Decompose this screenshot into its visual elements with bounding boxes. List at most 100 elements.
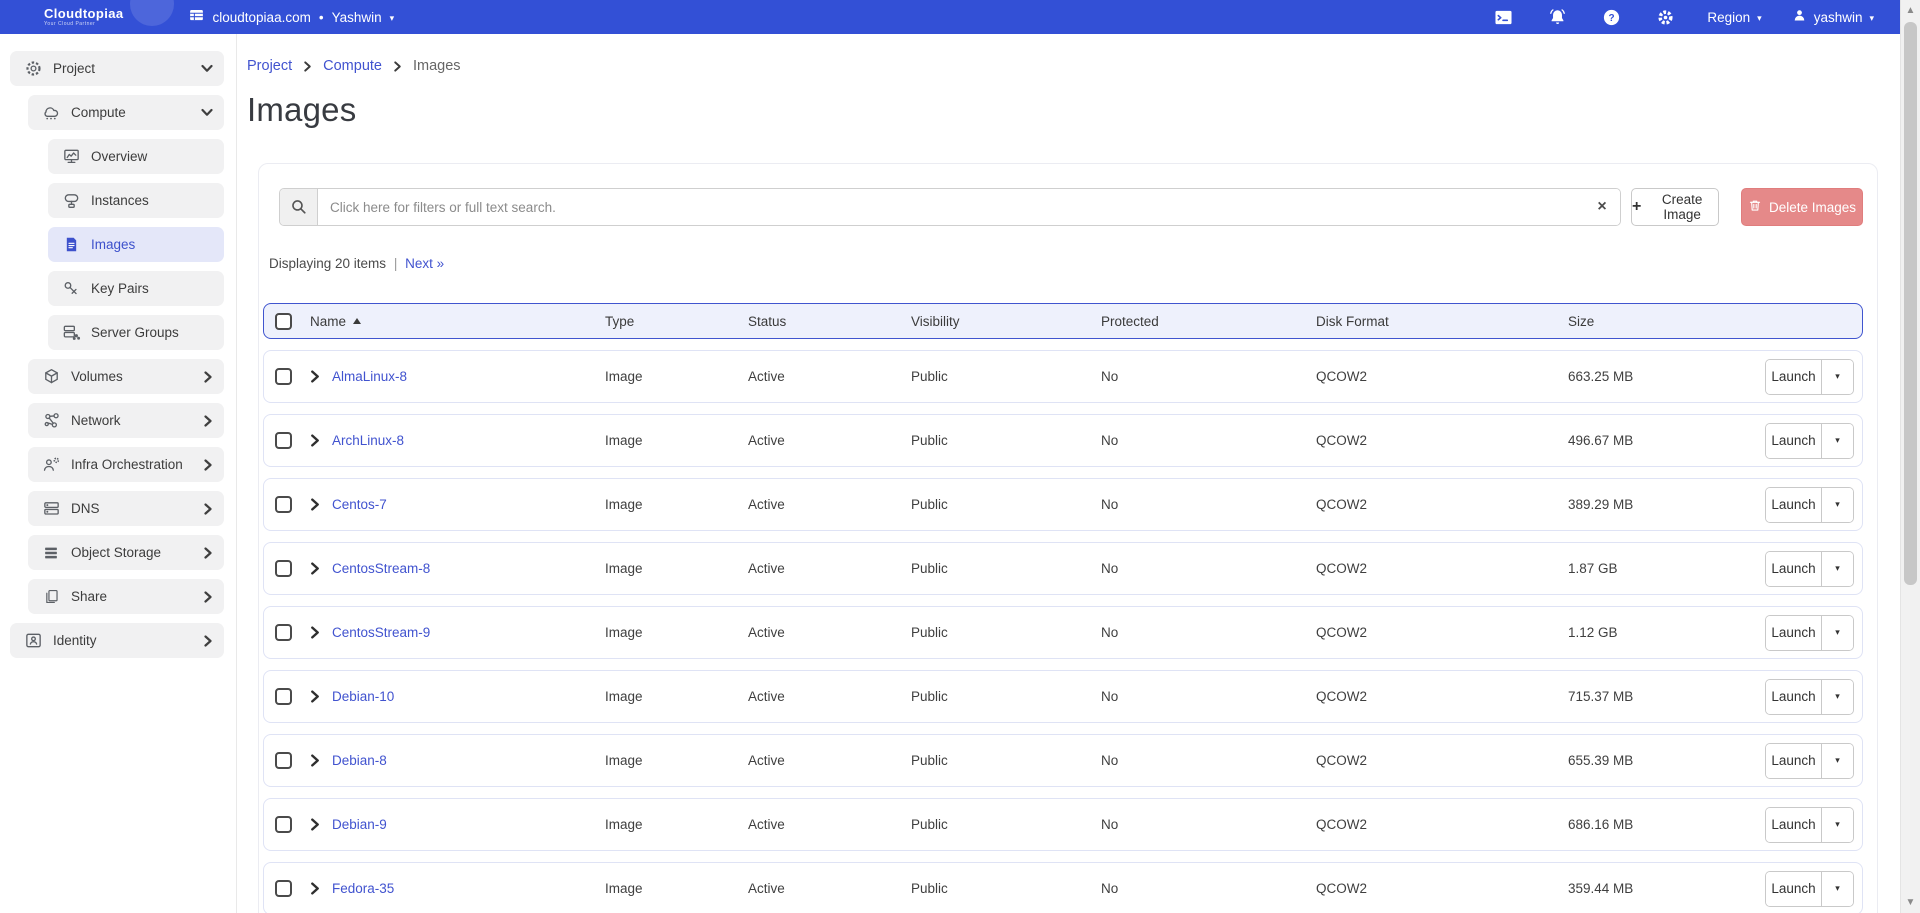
key-pairs-key-icon (60, 279, 82, 299)
row-expand-toggle[interactable] (310, 626, 332, 639)
sidebar-item-instances[interactable]: Instances (48, 183, 224, 218)
row-expand-toggle[interactable] (310, 818, 332, 831)
row-checkbox[interactable] (275, 688, 292, 705)
row-checkbox[interactable] (275, 560, 292, 577)
image-disk-format: QCOW2 (1316, 881, 1568, 896)
row-expand-toggle[interactable] (310, 434, 332, 447)
launch-dropdown-toggle[interactable]: ▾ (1821, 360, 1853, 394)
table-row: Fedora-35 Image Active Public No QCOW2 3… (263, 862, 1863, 913)
console-terminal-icon[interactable] (1494, 9, 1513, 26)
row-checkbox[interactable] (275, 624, 292, 641)
launch-button[interactable]: Launch (1766, 424, 1821, 458)
row-expand-toggle[interactable] (310, 562, 332, 575)
row-expand-toggle[interactable] (310, 498, 332, 511)
row-checkbox[interactable] (275, 432, 292, 449)
sidebar-item-share[interactable]: Share (28, 579, 224, 614)
launch-dropdown-toggle[interactable]: ▾ (1821, 552, 1853, 586)
row-expand-toggle[interactable] (310, 882, 332, 895)
launch-button[interactable]: Launch (1766, 360, 1821, 394)
sidebar-item-key-pairs[interactable]: Key Pairs (48, 271, 224, 306)
sidebar-item-dns[interactable]: DNS (28, 491, 224, 526)
row-expand-toggle[interactable] (310, 370, 332, 383)
window-scrollbar[interactable]: ▲ ▼ (1900, 0, 1920, 913)
sidebar-item-identity[interactable]: Identity (10, 623, 224, 658)
row-checkbox[interactable] (275, 816, 292, 833)
sidebar-item-infra-orchestration[interactable]: Infra Orchestration (28, 447, 224, 482)
settings-gear-icon[interactable] (1656, 8, 1675, 27)
image-name-link[interactable]: Centos-7 (332, 497, 387, 512)
launch-button[interactable]: Launch (1766, 616, 1821, 650)
launch-dropdown-toggle[interactable]: ▾ (1821, 872, 1853, 906)
launch-dropdown-toggle[interactable]: ▾ (1821, 488, 1853, 522)
scrollbar-up-arrow[interactable]: ▲ (1901, 6, 1920, 16)
sidebar-item-compute[interactable]: Compute (28, 95, 224, 130)
image-name-link[interactable]: AlmaLinux-8 (332, 369, 407, 384)
row-checkbox[interactable] (275, 496, 292, 513)
image-name-link[interactable]: ArchLinux-8 (332, 433, 404, 448)
row-expand-toggle[interactable] (310, 690, 332, 703)
select-all-checkbox[interactable] (275, 313, 292, 330)
image-name-link[interactable]: CentosStream-9 (332, 625, 430, 640)
domain-project-switcher[interactable]: cloudtopiaa.com • Yashwin ▾ (188, 7, 395, 27)
instances-server-icon (60, 191, 82, 211)
row-checkbox[interactable] (275, 880, 292, 897)
launch-button[interactable]: Launch (1766, 488, 1821, 522)
delete-images-button[interactable]: Delete Images (1741, 188, 1863, 226)
breadcrumb-link-compute[interactable]: Compute (323, 58, 382, 74)
launch-dropdown-toggle[interactable]: ▾ (1821, 424, 1853, 458)
launch-button[interactable]: Launch (1766, 808, 1821, 842)
image-visibility: Public (911, 817, 1101, 832)
image-name-link[interactable]: Fedora-35 (332, 881, 394, 896)
application-window: Cloudtopiaa Your Cloud Partner cloudtopi… (0, 0, 1920, 913)
scrollbar-down-arrow[interactable]: ▼ (1901, 898, 1920, 908)
launch-dropdown-toggle[interactable]: ▾ (1821, 616, 1853, 650)
image-name-link[interactable]: Debian-8 (332, 753, 387, 768)
user-menu[interactable]: yashwin ▾ (1792, 8, 1874, 26)
next-page-link[interactable]: Next » (405, 256, 444, 271)
row-action-cell: Launch ▾ (1765, 487, 1854, 523)
image-type: Image (605, 881, 748, 896)
sidebar-item-volumes[interactable]: Volumes (28, 359, 224, 394)
image-type: Image (605, 625, 748, 640)
chevron-down-icon: ▾ (390, 14, 395, 23)
sidebar-item-project[interactable]: Project (10, 51, 224, 86)
image-name-link[interactable]: Debian-9 (332, 817, 387, 832)
launch-dropdown-toggle[interactable]: ▾ (1821, 680, 1853, 714)
sidebar-item-images[interactable]: Images (48, 227, 224, 262)
help-question-icon[interactable]: ? (1602, 8, 1621, 27)
column-header-name[interactable]: Name (310, 314, 605, 329)
sidebar-item-overview[interactable]: Overview (48, 139, 224, 174)
image-size: 1.87 GB (1568, 561, 1765, 576)
scrollbar-thumb[interactable] (1904, 22, 1917, 585)
image-visibility: Public (911, 497, 1101, 512)
create-image-button[interactable]: + Create Image (1631, 188, 1719, 226)
launch-button[interactable]: Launch (1766, 552, 1821, 586)
page-title: Images (247, 91, 1900, 129)
sidebar-item-object-storage[interactable]: Object Storage (28, 535, 224, 570)
launch-button[interactable]: Launch (1766, 680, 1821, 714)
clear-search-button[interactable]: × (1584, 189, 1620, 225)
image-name-link[interactable]: Debian-10 (332, 689, 394, 704)
filter-search-input[interactable] (318, 189, 1584, 225)
image-visibility: Public (911, 753, 1101, 768)
notifications-bell-icon[interactable] (1548, 8, 1567, 27)
image-protected: No (1101, 881, 1316, 896)
region-selector[interactable]: Region ▾ (1707, 10, 1761, 25)
domain-grid-icon (188, 7, 205, 27)
breadcrumb-link-project[interactable]: Project (247, 58, 292, 74)
row-checkbox[interactable] (275, 368, 292, 385)
image-name-link[interactable]: CentosStream-8 (332, 561, 430, 576)
row-expand-toggle[interactable] (310, 754, 332, 767)
image-disk-format: QCOW2 (1316, 753, 1568, 768)
image-status: Active (748, 561, 911, 576)
image-visibility: Public (911, 881, 1101, 896)
sidebar-item-network[interactable]: Network (28, 403, 224, 438)
sidebar-item-server-groups[interactable]: Server Groups (48, 315, 224, 350)
chevron-right-icon (203, 459, 213, 471)
launch-button[interactable]: Launch (1766, 872, 1821, 906)
row-select-cell (264, 368, 310, 385)
launch-dropdown-toggle[interactable]: ▾ (1821, 744, 1853, 778)
row-checkbox[interactable] (275, 752, 292, 769)
launch-button[interactable]: Launch (1766, 744, 1821, 778)
launch-dropdown-toggle[interactable]: ▾ (1821, 808, 1853, 842)
